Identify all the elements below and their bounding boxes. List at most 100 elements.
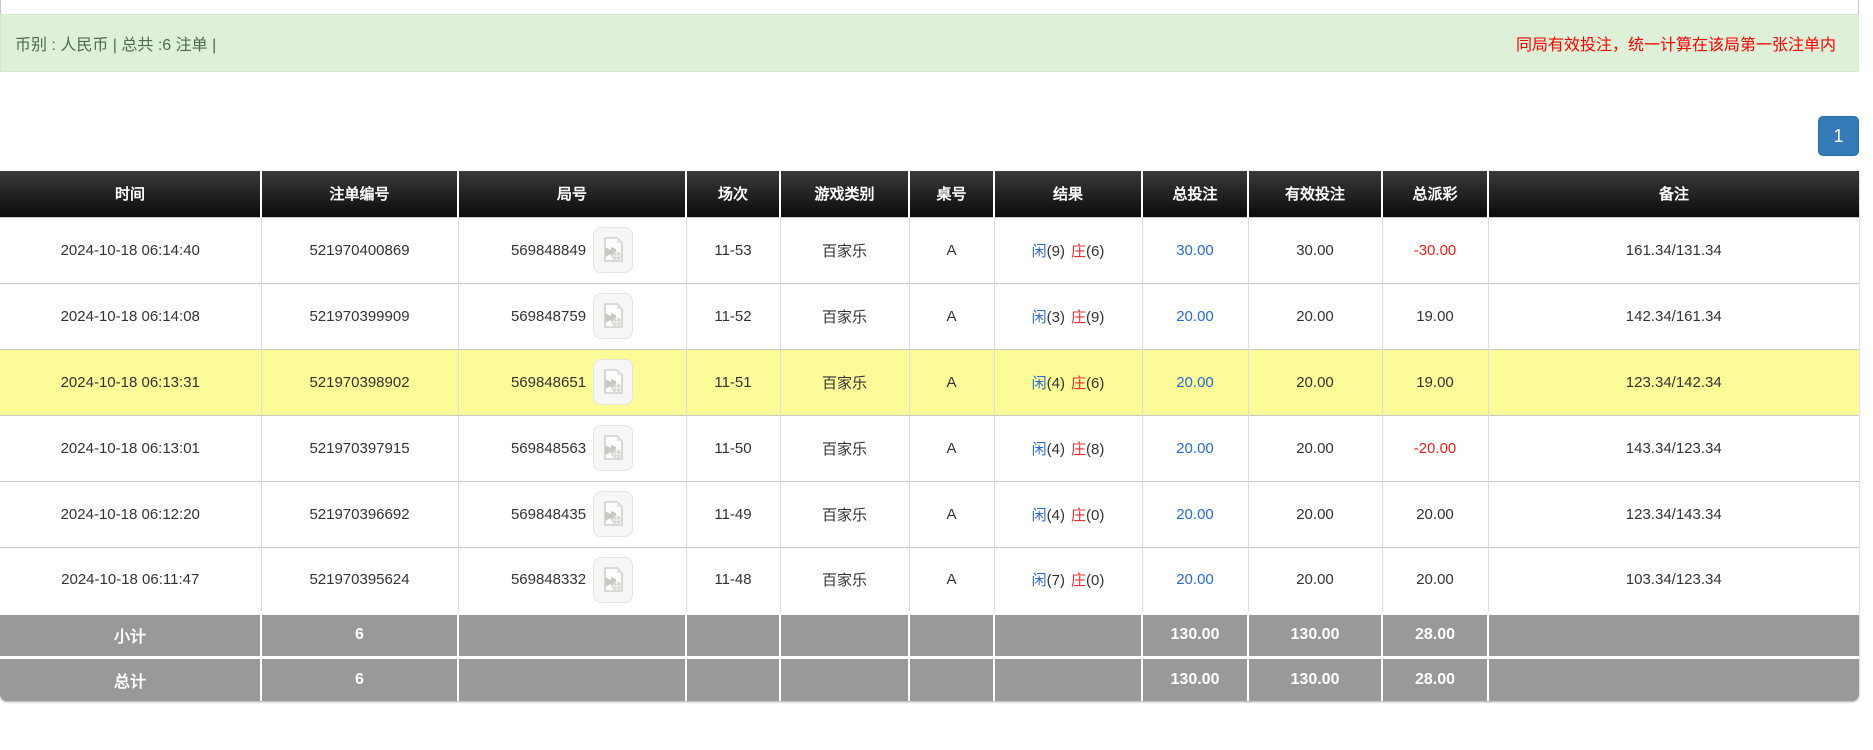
total-bet-link[interactable]: 20.00 (1176, 308, 1214, 325)
cell-total-bet: 20.00 (1142, 415, 1248, 481)
cell-payout: -20.00 (1382, 415, 1488, 481)
film-clip-icon (602, 435, 624, 461)
currency-total-label: 币别 : 人民币 | 总共 :6 注单 | (15, 31, 216, 55)
banker-label: 庄 (1071, 572, 1086, 589)
total-label: 总计 (0, 657, 261, 701)
cell-table-no: A (909, 217, 994, 283)
table-row: 2024-10-18 06:14:08 521970399909 5698487… (0, 283, 1859, 349)
total-row: 总计 6 130.00 130.00 28.00 (0, 657, 1859, 701)
banker-label: 庄 (1071, 243, 1086, 260)
subtotal-total-bet: 130.00 (1142, 613, 1248, 657)
cell-time: 2024-10-18 06:14:40 (0, 217, 261, 283)
replay-video-button[interactable] (593, 227, 633, 273)
replay-video-button[interactable] (593, 293, 633, 339)
total-total-bet: 130.00 (1142, 657, 1248, 701)
cell-bet-id: 521970400869 (261, 217, 458, 283)
col-header-game-type: 游戏类别 (780, 171, 909, 217)
player-label: 闲 (1032, 243, 1047, 260)
container-edge-line (0, 0, 1, 14)
records-table-wrap: 时间 注单编号 局号 场次 游戏类别 桌号 结果 总投注 有效投注 总派彩 备注… (0, 171, 1859, 701)
film-clip-icon (602, 303, 624, 329)
summary-bar: 币别 : 人民币 | 总共 :6 注单 | 同局有效投注，统一计算在该局第一张注… (0, 14, 1859, 72)
total-bet-link[interactable]: 20.00 (1176, 506, 1214, 523)
table-row: 2024-10-18 06:11:47 521970395624 5698483… (0, 547, 1859, 613)
player-label: 闲 (1032, 375, 1047, 392)
replay-video-button[interactable] (593, 491, 633, 537)
total-bet-link[interactable]: 20.00 (1176, 440, 1214, 457)
top-strip (0, 0, 1859, 14)
col-header-round-id: 局号 (458, 171, 686, 217)
same-round-notice: 同局有效投注，统一计算在该局第一张注单内 (1516, 31, 1836, 55)
cell-result: 闲(4)庄(8) (994, 415, 1142, 481)
col-header-payout: 总派彩 (1382, 171, 1488, 217)
cell-remark: 123.34/142.34 (1488, 349, 1859, 415)
banker-label: 庄 (1071, 375, 1086, 392)
cell-remark: 161.34/131.34 (1488, 217, 1859, 283)
table-header: 时间 注单编号 局号 场次 游戏类别 桌号 结果 总投注 有效投注 总派彩 备注 (0, 171, 1859, 217)
cell-result: 闲(9)庄(6) (994, 217, 1142, 283)
cell-session: 11-51 (686, 349, 780, 415)
cell-time: 2024-10-18 06:13:31 (0, 349, 261, 415)
subtotal-valid-bet: 130.00 (1248, 613, 1382, 657)
total-payout: 28.00 (1382, 657, 1488, 701)
cell-valid-bet: 20.00 (1248, 481, 1382, 547)
cell-table-no: A (909, 283, 994, 349)
subtotal-row: 小计 6 130.00 130.00 28.00 (0, 613, 1859, 657)
records-table: 时间 注单编号 局号 场次 游戏类别 桌号 结果 总投注 有效投注 总派彩 备注… (0, 171, 1859, 701)
cell-time: 2024-10-18 06:12:20 (0, 481, 261, 547)
cell-payout: 20.00 (1382, 481, 1488, 547)
replay-video-button[interactable] (593, 425, 633, 471)
cell-table-no: A (909, 349, 994, 415)
round-id-value: 569848563 (511, 440, 586, 457)
round-id-value: 569848435 (511, 506, 586, 523)
cell-total-bet: 20.00 (1142, 481, 1248, 547)
replay-video-button[interactable] (593, 359, 633, 405)
cell-payout: -30.00 (1382, 217, 1488, 283)
cell-session: 11-52 (686, 283, 780, 349)
replay-video-button[interactable] (593, 557, 633, 603)
col-header-total-bet: 总投注 (1142, 171, 1248, 217)
cell-time: 2024-10-18 06:11:47 (0, 547, 261, 613)
cell-round-id: 569848849 (458, 217, 686, 283)
round-id-value: 569848651 (511, 374, 586, 391)
banker-label: 庄 (1071, 441, 1086, 458)
cell-valid-bet: 20.00 (1248, 415, 1382, 481)
pagination-top: 1 (0, 116, 1859, 156)
cell-table-no: A (909, 415, 994, 481)
subtotal-label: 小计 (0, 613, 261, 657)
round-id-value: 569848849 (511, 242, 586, 259)
page-1-button[interactable]: 1 (1818, 116, 1859, 156)
cell-result: 闲(7)庄(0) (994, 547, 1142, 613)
table-row: 2024-10-18 06:14:40 521970400869 5698488… (0, 217, 1859, 283)
cell-game-type: 百家乐 (780, 547, 909, 613)
round-id-value: 569848332 (511, 571, 586, 588)
cell-round-id: 569848759 (458, 283, 686, 349)
cell-result: 闲(3)庄(9) (994, 283, 1142, 349)
cell-total-bet: 30.00 (1142, 217, 1248, 283)
banker-label: 庄 (1071, 507, 1086, 524)
col-header-time: 时间 (0, 171, 261, 217)
cell-valid-bet: 20.00 (1248, 349, 1382, 415)
total-count: 6 (261, 657, 458, 701)
cell-total-bet: 20.00 (1142, 349, 1248, 415)
cell-bet-id: 521970399909 (261, 283, 458, 349)
film-clip-icon (602, 237, 624, 263)
film-clip-icon (602, 369, 624, 395)
cell-payout: 20.00 (1382, 547, 1488, 613)
total-bet-link[interactable]: 20.00 (1176, 571, 1214, 588)
cell-total-bet: 20.00 (1142, 547, 1248, 613)
cell-payout: 19.00 (1382, 349, 1488, 415)
table-row-highlighted: 2024-10-18 06:13:31 521970398902 5698486… (0, 349, 1859, 415)
cell-session: 11-50 (686, 415, 780, 481)
cell-remark: 103.34/123.34 (1488, 547, 1859, 613)
cell-round-id: 569848435 (458, 481, 686, 547)
cell-session: 11-53 (686, 217, 780, 283)
total-bet-link[interactable]: 30.00 (1176, 242, 1214, 259)
cell-result: 闲(4)庄(6) (994, 349, 1142, 415)
cell-round-id: 569848332 (458, 547, 686, 613)
cell-remark: 143.34/123.34 (1488, 415, 1859, 481)
player-label: 闲 (1032, 507, 1047, 524)
total-bet-link[interactable]: 20.00 (1176, 374, 1214, 391)
cell-game-type: 百家乐 (780, 481, 909, 547)
cell-remark: 142.34/161.34 (1488, 283, 1859, 349)
